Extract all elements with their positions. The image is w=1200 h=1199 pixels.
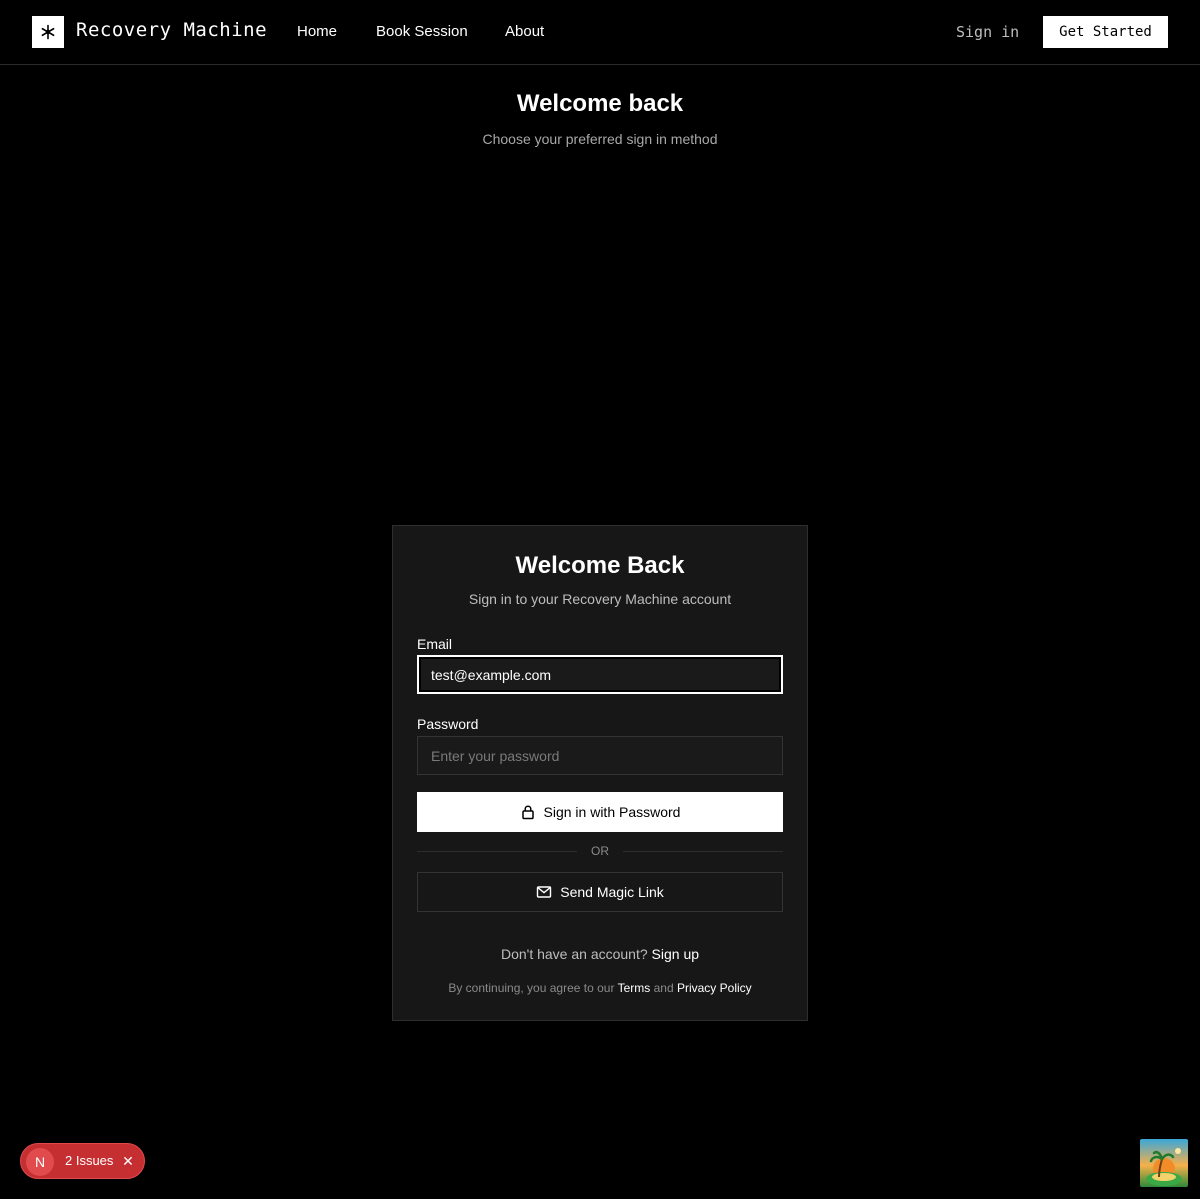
legal-prefix: By continuing, you agree to our: [448, 981, 615, 995]
send-magic-link-label: Send Magic Link: [560, 884, 664, 900]
signup-prompt-text: Don't have an account?: [500, 946, 648, 962]
close-icon[interactable]: ✕: [120, 1153, 136, 1169]
privacy-policy-link[interactable]: Privacy Policy: [677, 981, 752, 995]
password-label: Password: [417, 716, 479, 732]
signup-prompt: Don't have an account? Sign up: [393, 946, 807, 962]
issues-badge[interactable]: N 2 Issues ✕: [20, 1143, 145, 1179]
page-subtitle: Choose your preferred sign in method: [482, 131, 718, 147]
legal-and: and: [653, 981, 674, 995]
island-icon: [1140, 1139, 1188, 1187]
top-nav-bar: Recovery Machine Home Book Session About…: [0, 0, 1200, 65]
send-magic-link-button[interactable]: Send Magic Link: [417, 872, 783, 912]
logo[interactable]: [32, 16, 64, 48]
sign-in-with-password-button[interactable]: Sign in with Password: [417, 792, 783, 832]
nextjs-logo-icon: N: [26, 1148, 54, 1176]
get-started-button[interactable]: Get Started: [1043, 16, 1168, 48]
page-title: Welcome back: [516, 90, 684, 117]
sign-in-card: Welcome Back Sign in to your Recovery Ma…: [392, 525, 808, 1021]
email-label: Email: [417, 636, 453, 652]
header-sign-in-link[interactable]: Sign in: [956, 23, 1019, 41]
brand-name[interactable]: Recovery Machine: [76, 19, 267, 41]
legal-notice: By continuing, you agree to our Terms an…: [393, 981, 807, 995]
divider-line-right: [623, 851, 783, 852]
nav-book-session[interactable]: Book Session: [376, 23, 468, 40]
card-subtitle: Sign in to your Recovery Machine account: [468, 591, 732, 607]
terms-link[interactable]: Terms: [618, 981, 651, 995]
email-field[interactable]: [417, 655, 783, 694]
nav-about[interactable]: About: [505, 23, 544, 40]
sign-up-link[interactable]: Sign up: [652, 946, 699, 962]
island-widget[interactable]: [1140, 1139, 1188, 1187]
snowflake-icon: [41, 24, 55, 40]
mail-icon: [537, 886, 552, 898]
issues-count[interactable]: 2 Issues: [65, 1153, 113, 1168]
card-title: Welcome Back: [515, 552, 685, 579]
lock-icon: [521, 805, 534, 820]
sign-in-with-password-label: Sign in with Password: [543, 804, 681, 820]
password-field[interactable]: [417, 736, 783, 775]
nav-home[interactable]: Home: [297, 23, 337, 40]
